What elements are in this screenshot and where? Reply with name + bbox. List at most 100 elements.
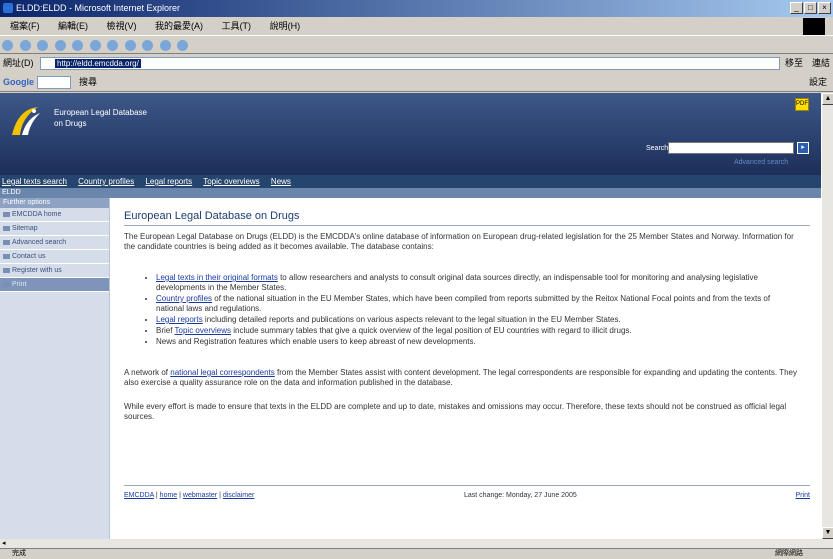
list-item-text: include summary tables that give a quick… [231,326,632,335]
menu-help[interactable]: 說明(H) [270,21,301,31]
site-title: European Legal Database on Drugs [54,107,147,129]
topic-overviews-link[interactable]: Topic overviews [175,326,231,335]
footer-emcdda-link[interactable]: EMCDDA [124,492,154,499]
emcdda-logo-icon [12,107,40,135]
nav-legal-reports[interactable]: Legal reports [145,177,192,186]
menu-favorites[interactable]: 我的最愛(A) [155,21,203,31]
list-item-prefix: Brief [156,326,175,335]
menu-edit[interactable]: 編輯(E) [58,21,88,31]
minimize-button[interactable]: _ [790,2,803,14]
print-link[interactable]: Print [796,491,810,501]
footer-disclaimer-link[interactable]: disclaimer [223,492,255,499]
feature-list: Legal texts in their original formats to… [156,273,796,348]
menu-file[interactable]: 檔案(F) [10,21,40,31]
forward-icon[interactable] [19,40,31,51]
favorites-icon[interactable] [107,40,119,51]
advanced-search-link[interactable]: Advanced search [734,159,788,166]
site-title-line2: on Drugs [54,119,87,128]
list-item-text: including detailed reports and publicati… [202,315,621,324]
mail-icon[interactable] [142,40,154,51]
list-item-text: of the national situation in the EU Memb… [156,294,771,313]
stop-icon[interactable] [37,40,49,51]
google-settings-button[interactable]: 設定 [809,72,827,92]
scroll-up-icon[interactable]: ▲ [822,93,833,105]
site-search-input[interactable] [668,142,794,154]
bullet-icon [3,253,10,259]
last-change-date: Last change: Monday, 27 June 2005 [464,492,577,499]
title-divider [124,225,810,226]
list-item: Legal texts in their original formats to… [156,273,796,293]
sidebar-item-advanced-search[interactable]: Advanced search [0,236,109,250]
nav-news[interactable]: News [271,177,291,186]
pdf-icon[interactable]: PDF [795,98,809,111]
status-text: 完成 [12,550,26,557]
nav-topic-overviews[interactable]: Topic overviews [203,177,259,186]
browser-viewport: European Legal Database on Drugs PDF Sea… [0,93,833,539]
nav-legal-texts-search[interactable]: Legal texts search [2,177,67,186]
address-url: http://eldd.emcdda.org/ [55,59,141,68]
home-icon[interactable] [72,40,84,51]
menu-view[interactable]: 檢視(V) [107,21,137,31]
bullet-icon [3,239,10,245]
disclaimer-paragraph: While every effort is made to ensure tha… [124,402,787,421]
edit-icon[interactable] [177,40,189,51]
page-title: European Legal Database on Drugs [124,210,300,222]
refresh-icon[interactable] [54,40,66,51]
sidebar-item-emcdda-home[interactable]: EMCDDA home [0,208,109,222]
bullet-icon [3,267,10,273]
google-toolbar: Google 搜尋 設定 [0,72,833,92]
sidebar-item-contact-us[interactable]: Contact us [0,250,109,264]
main-content: European Legal Database on Drugs The Eur… [120,198,810,539]
list-item-text: News and Registration features which ena… [156,337,476,346]
list-item: Brief Topic overviews include summary ta… [156,326,796,336]
google-logo: Google [3,77,34,87]
sidebar-item-label: EMCDDA home [12,211,62,218]
legal-texts-link[interactable]: Legal texts in their original formats [156,273,278,282]
legal-correspondents-link[interactable]: national legal correspondents [170,368,275,377]
nav-country-profiles[interactable]: Country profiles [78,177,134,186]
search-label: Search [646,145,669,152]
sidebar-item-register[interactable]: Register with us [0,264,109,278]
standard-toolbar [0,37,833,54]
scroll-down-icon[interactable]: ▼ [822,527,833,539]
menu-tools[interactable]: 工具(T) [222,21,252,31]
history-icon[interactable] [124,40,136,51]
address-bar: 網址(D) http://eldd.emcdda.org/ 移至 連結 [0,55,833,72]
scroll-left-icon[interactable]: ◂ [2,540,6,547]
vertical-scrollbar[interactable]: ▲ ▼ [821,93,833,539]
bullet-icon [3,211,10,217]
footer-webmaster-link[interactable]: webmaster [183,492,217,499]
address-label: 網址(D) [3,58,34,68]
site-title-line1: European Legal Database [54,108,147,117]
google-search-button[interactable]: 搜尋 [79,77,97,87]
links-label[interactable]: 連結 [812,55,830,72]
go-button[interactable]: 移至 [785,55,803,72]
address-input[interactable]: http://eldd.emcdda.org/ [40,57,780,70]
page-footer: EMCDDA | home | webmaster | disclaimer L… [124,491,810,501]
list-item: News and Registration features which ena… [156,337,796,347]
country-profiles-link[interactable]: Country profiles [156,294,212,303]
close-button[interactable]: × [818,2,831,14]
maximize-button[interactable]: □ [804,2,817,14]
bullet-icon [3,225,10,231]
google-search-input[interactable] [36,76,71,90]
search-go-button[interactable]: ▸ [797,142,809,154]
sidebar-item-label: Contact us [12,253,46,260]
bullet-icon [3,281,10,287]
intro-paragraph: The European Legal Database on Drugs (EL… [124,232,794,251]
breadcrumb: ELDD [0,188,821,198]
sidebar-heading: Further options [0,198,109,208]
footer-home-link[interactable]: home [160,492,178,499]
horizontal-scrollbar[interactable]: ◂ [0,539,833,548]
legal-reports-link[interactable]: Legal reports [156,315,203,324]
sidebar-item-sitemap[interactable]: Sitemap [0,222,109,236]
print-icon[interactable] [159,40,171,51]
search-icon[interactable] [89,40,101,51]
menu-bar: 檔案(F) 編輯(E) 檢視(V) 我的最愛(A) 工具(T) 說明(H) [0,17,833,36]
sidebar-item-print[interactable]: Print [0,278,109,292]
ie-icon [3,3,13,13]
site-header: European Legal Database on Drugs PDF Sea… [0,93,821,175]
network-paragraph: A network of national legal corresponden… [124,368,804,388]
network-prefix: A network of [124,368,171,377]
back-icon[interactable] [2,40,13,51]
